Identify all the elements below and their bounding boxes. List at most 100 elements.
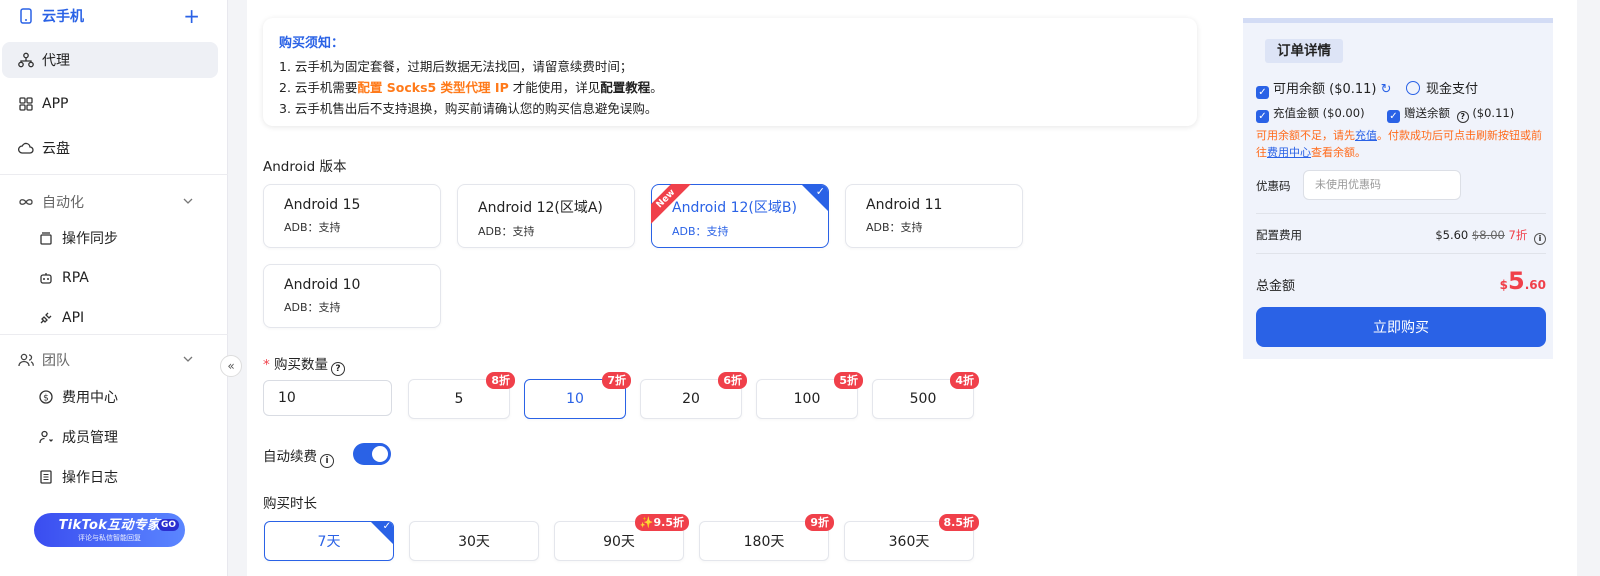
toggle-knob: [372, 446, 388, 462]
adb-support: ADB：支持: [866, 221, 923, 234]
sidebar-item-api[interactable]: API: [0, 300, 220, 336]
checkbox-checked-icon[interactable]: ✓: [1256, 86, 1269, 99]
sidebar-item-cloud-disk[interactable]: 云盘: [0, 130, 220, 166]
android-version-label: Android 版本: [263, 159, 347, 175]
checkbox-checked-icon[interactable]: ✓: [1387, 110, 1400, 123]
total-currency: $: [1499, 278, 1509, 292]
android-version-card-selected[interactable]: New Android 12(区域B) ADB：支持 ✓: [651, 184, 829, 248]
config-tutorial-link[interactable]: 配置教程: [600, 80, 650, 95]
duration-option[interactable]: 360天 8.5折: [844, 514, 979, 561]
android-version-card[interactable]: Android 10 ADB：支持: [263, 264, 441, 328]
help-icon[interactable]: ?: [1456, 111, 1469, 123]
collapse-sidebar-button[interactable]: «: [220, 355, 242, 377]
quantity-label: * 购买数量?: [263, 353, 346, 376]
order-details-panel: 订单详情 ✓ 可用余额 ($0.11) ↻ 现金支付 ✓ 充值金额 ($0.00) …: [1243, 18, 1553, 359]
tiktok-promo-banner[interactable]: TikTok互动专家 评论与私信智能回复 GO: [34, 513, 185, 547]
divider: [1256, 253, 1546, 254]
option-value: 5: [454, 391, 464, 407]
order-details-title: 订单详情: [1265, 39, 1343, 63]
sidebar-item-rpa[interactable]: RPA: [0, 260, 220, 296]
android-version-card[interactable]: Android 15 ADB：支持: [263, 184, 441, 248]
discount-badge: 8折: [486, 372, 515, 389]
notice-text: 才能使用，详见: [508, 80, 601, 95]
total-decimal: .60: [1524, 278, 1546, 292]
adb-support: ADB：支持: [284, 301, 341, 314]
notice-text: 。: [650, 80, 663, 95]
auto-renew-toggle[interactable]: [353, 443, 391, 465]
coupon-input[interactable]: 未使用优惠码: [1303, 170, 1461, 200]
grid-icon: [18, 96, 34, 112]
duration-option-selected[interactable]: 7天 ✓: [264, 521, 394, 561]
coupon-label: 优惠码: [1256, 179, 1291, 193]
promo-go-badge: GO: [157, 519, 179, 531]
buy-now-button[interactable]: 立即购买: [1256, 307, 1546, 347]
sidebar-group-team[interactable]: 团队: [0, 342, 220, 378]
version-name: Android 11: [866, 197, 943, 213]
document-icon: [38, 469, 54, 485]
recharge-amount-label: 充值金额 ($0.00): [1273, 106, 1365, 120]
quantity-option-selected[interactable]: 10 7折: [524, 372, 631, 419]
sidebar-group-automation[interactable]: 自动化: [0, 184, 220, 220]
quantity-option[interactable]: 20 6折: [640, 372, 747, 419]
notice-line-2: 2. 云手机需要配置 Socks5 类型代理 IP 才能使用，详见配置教程。: [279, 77, 1181, 98]
discount-badge: 4折: [950, 372, 979, 389]
sidebar-item-app[interactable]: APP: [0, 86, 220, 122]
option-value: 180天: [743, 534, 785, 550]
sidebar-item-op-log[interactable]: 操作日志: [0, 459, 220, 495]
sidebar-item-label: 代理: [42, 53, 70, 69]
purchase-notice: 购买须知： 1. 云手机为固定套餐，过期后数据无法找回，请留意续费时间； 2. …: [263, 18, 1197, 126]
sidebar-group-label: 团队: [42, 353, 70, 369]
android-version-card[interactable]: Android 12(区域A) ADB：支持: [457, 184, 635, 248]
proxy-config-highlight: 配置 Socks5 类型代理 IP: [357, 80, 509, 95]
android-version-card[interactable]: Android 11 ADB：支持: [845, 184, 1023, 248]
version-name: Android 15: [284, 197, 361, 213]
cash-payment-option[interactable]: 现金支付: [1406, 78, 1478, 97]
recharge-amount-option[interactable]: ✓ 充值金额 ($0.00): [1256, 105, 1365, 123]
info-icon[interactable]: i: [1534, 233, 1546, 245]
option-value: 90天: [603, 534, 635, 550]
balance-option[interactable]: ✓ 可用余额 ($0.11) ↻: [1256, 78, 1392, 99]
duration-option[interactable]: 180天 9折: [699, 514, 834, 561]
phone-icon: [18, 8, 34, 24]
duration-option[interactable]: 90天 ✨9.5折: [554, 514, 689, 561]
option-value: 10: [566, 391, 584, 407]
duration-option[interactable]: 30天: [409, 521, 539, 561]
add-icon[interactable]: +: [183, 6, 200, 26]
sidebar-item-cloud-phone[interactable]: 云手机 +: [0, 0, 220, 34]
billing-center-link[interactable]: 费用中心: [1267, 146, 1311, 159]
new-ribbon: New: [651, 184, 693, 226]
quantity-option[interactable]: 500 4折: [872, 372, 979, 419]
recharge-link[interactable]: 充值: [1355, 129, 1377, 142]
sidebar-group-label: 自动化: [42, 195, 84, 211]
option-value: 360天: [888, 534, 930, 550]
info-icon[interactable]: i: [320, 454, 334, 468]
radio-icon[interactable]: [1406, 81, 1420, 95]
option-value: 500: [909, 391, 937, 407]
robot-icon: [38, 270, 54, 286]
checkbox-checked-icon[interactable]: ✓: [1256, 110, 1269, 123]
dollar-icon: $: [38, 389, 54, 405]
quantity-option[interactable]: 100 5折: [756, 372, 863, 419]
divider: [0, 334, 228, 335]
sidebar-item-members[interactable]: 成员管理: [0, 419, 220, 455]
config-fee-original: $8.00: [1471, 228, 1505, 242]
gift-balance-option[interactable]: ✓ 赠送余额 ? ($0.11): [1387, 105, 1514, 123]
sidebar-item-proxy[interactable]: 代理: [2, 42, 218, 78]
cloud-icon: [18, 140, 34, 156]
gift-balance-label: 赠送余额: [1404, 106, 1450, 120]
total-label: 总金额: [1256, 279, 1296, 294]
gift-balance-value: ($0.11): [1472, 106, 1515, 120]
balance-label: 可用余额 ($0.11): [1273, 82, 1377, 97]
sidebar-item-billing[interactable]: $ 费用中心: [0, 379, 220, 415]
help-icon[interactable]: ?: [331, 362, 346, 376]
sidebar-item-label: 云手机: [42, 9, 84, 25]
config-fee: $5.60 $8.00 7折 i: [1435, 227, 1546, 245]
quantity-option[interactable]: 5 8折: [408, 372, 515, 419]
sidebar-item-op-sync[interactable]: 操作同步: [0, 220, 220, 256]
config-fee-discount: 7折: [1508, 228, 1528, 242]
infinity-icon: [18, 194, 34, 210]
selected-check-icon: ✓: [802, 185, 828, 211]
refresh-icon[interactable]: ↻: [1381, 82, 1392, 97]
quantity-label-text: 购买数量: [274, 357, 329, 373]
quantity-input[interactable]: 10: [263, 380, 392, 416]
